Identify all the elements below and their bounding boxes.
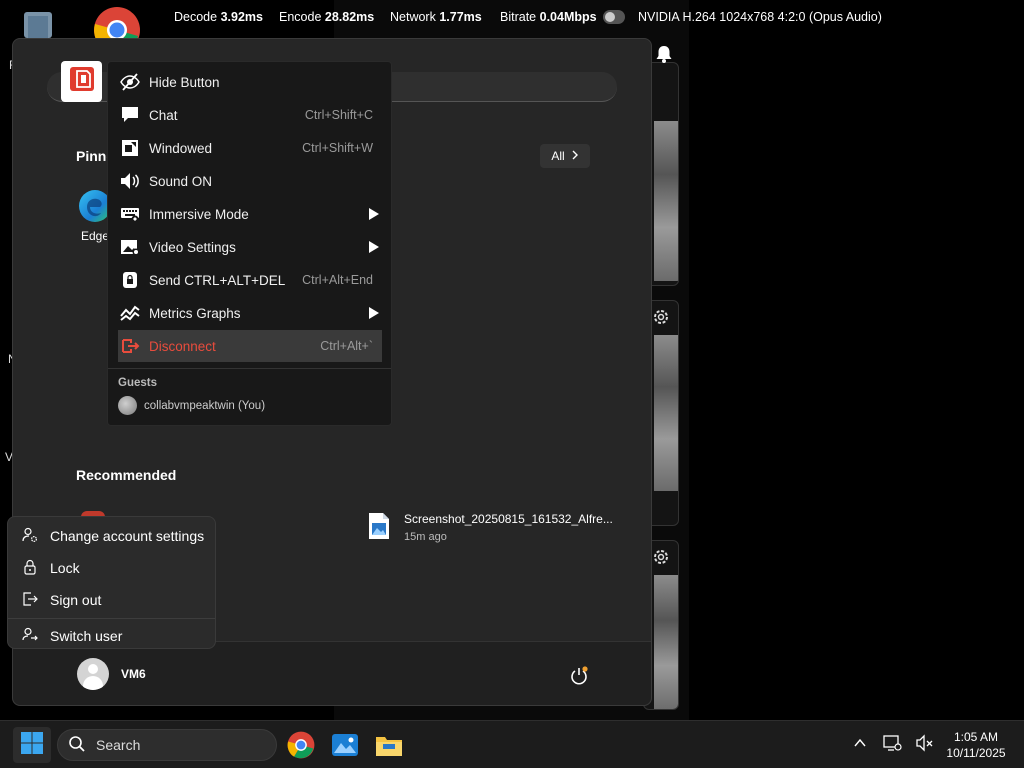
volume-muted-icon[interactable] (916, 733, 934, 757)
network-label: Network (390, 10, 436, 24)
change-account-settings-label: Change account settings (50, 528, 205, 544)
taskbar-clock[interactable]: 1:05 AM 10/11/2025 (936, 729, 1016, 761)
overlay-context-menu: Hide Button Chat Ctrl+Shift+C Windowed C… (107, 61, 392, 426)
recommended-file-time: 15m ago (404, 531, 447, 543)
change-account-settings-item[interactable]: Change account settings (8, 520, 215, 552)
window-icon (119, 138, 141, 158)
avatar (118, 396, 137, 415)
chat-label: Chat (149, 107, 178, 123)
bitrate-label: Bitrate (500, 10, 537, 24)
submenu-arrow-icon (369, 307, 379, 319)
taskbar-file-explorer-icon[interactable] (375, 731, 403, 759)
lock-icon (22, 559, 38, 578)
keyboard-icon (119, 204, 141, 224)
image-gear-icon (119, 237, 141, 257)
metrics-graphs-label: Metrics Graphs (149, 305, 241, 321)
submenu-arrow-icon (369, 241, 379, 253)
notification-bell-icon[interactable] (653, 43, 675, 65)
taskbar-search-box[interactable]: Search (57, 729, 277, 761)
network-icon[interactable] (882, 734, 902, 757)
switch-user-item[interactable]: Switch user (8, 620, 215, 652)
stream-metrics-bar: Decode 3.92ms Encode 28.82ms Network 1.7… (0, 0, 1024, 34)
taskbar-chrome-icon[interactable] (287, 731, 315, 759)
recommended-heading: Recommended (76, 467, 177, 483)
windowed-shortcut: Ctrl+Shift+W (302, 141, 373, 155)
gear-icon[interactable] (652, 308, 670, 326)
graph-icon (119, 303, 141, 323)
chat-bubble-icon (119, 105, 141, 125)
guests-heading: Guests (118, 377, 157, 389)
account-menu-divider (8, 618, 215, 619)
encode-label: Encode (279, 10, 322, 24)
all-apps-label: All (551, 149, 565, 163)
send-ctrl-alt-del-label: Send CTRL+ALT+DEL (149, 272, 286, 288)
guest-entry: collabvmpeaktwin (You) (118, 396, 265, 415)
switch-user-label: Switch user (50, 628, 123, 644)
sign-out-item[interactable]: Sign out (8, 584, 215, 616)
disconnect-label: Disconnect (149, 338, 216, 354)
eye-slash-icon (119, 72, 141, 92)
immersive-mode-item[interactable]: Immersive Mode (118, 198, 382, 230)
send-ctrl-alt-del-item[interactable]: Send CTRL+ALT+DEL Ctrl+Alt+End (118, 264, 382, 296)
hide-button-label: Hide Button (149, 74, 220, 90)
all-apps-button[interactable]: All (540, 144, 590, 168)
chevron-right-icon (571, 149, 579, 163)
lock-item[interactable]: Lock (8, 552, 215, 584)
chat-shortcut: Ctrl+Shift+C (304, 108, 373, 122)
immersive-mode-label: Immersive Mode (149, 206, 249, 222)
submenu-arrow-icon (369, 208, 379, 220)
sound-label: Sound ON (149, 173, 213, 189)
guest-name: collabvmpeaktwin (You) (144, 399, 266, 412)
decode-value: 3.92ms (220, 10, 263, 24)
speaker-icon (119, 171, 141, 191)
start-button[interactable] (13, 727, 51, 763)
chevron-up-icon[interactable] (852, 735, 868, 756)
sign-out-label: Sign out (50, 592, 102, 608)
recommended-file[interactable]: Screenshot_20250815_161532_Alfre... 15m … (368, 512, 613, 543)
lock-icon (119, 270, 141, 290)
decode-label: Decode (174, 10, 218, 24)
switch-user-icon (22, 627, 38, 646)
account-menu: Change account settings Lock Sign out Sw… (7, 516, 216, 649)
overlay-menu-button[interactable] (61, 61, 102, 102)
disconnect-icon (119, 336, 141, 356)
taskbar-photos-icon[interactable] (331, 731, 359, 759)
pinned-app-label: Edge (80, 229, 110, 243)
power-icon[interactable] (569, 666, 589, 686)
windowed-item[interactable]: Windowed Ctrl+Shift+W (118, 132, 382, 164)
sign-out-icon (22, 591, 38, 610)
app-logo-icon (69, 66, 95, 97)
toggle-icon (603, 10, 625, 24)
user-name: VM6 (121, 667, 146, 681)
search-icon (68, 735, 86, 756)
lock-label: Lock (50, 560, 80, 576)
bitrate-value: 0.04Mbps (539, 10, 597, 24)
disconnect-item[interactable]: Disconnect Ctrl+Alt+` (118, 330, 382, 362)
encode-value: 28.82ms (324, 10, 375, 24)
gear-icon[interactable] (652, 548, 670, 566)
windowed-label: Windowed (149, 140, 213, 156)
video-settings-item[interactable]: Video Settings (118, 231, 382, 263)
network-value: 1.77ms (439, 10, 482, 24)
metrics-graphs-item[interactable]: Metrics Graphs (118, 297, 382, 329)
user-account-button[interactable]: VM6 (77, 658, 146, 690)
menu-divider (108, 368, 391, 369)
windows-logo-icon (20, 731, 44, 760)
taskbar-search-label: Search (96, 737, 141, 753)
image-file-icon (368, 512, 390, 540)
video-settings-label: Video Settings (149, 239, 236, 255)
system-tray (852, 733, 934, 757)
clock-time: 1:05 AM (953, 730, 999, 744)
codec-info: NVIDIA H.264 1024x768 4:2:0 (Opus Audio) (638, 10, 882, 24)
send-ctrl-alt-del-shortcut: Ctrl+Alt+End (302, 273, 373, 287)
disconnect-shortcut: Ctrl+Alt+` (320, 339, 373, 353)
person-gear-icon (22, 527, 38, 546)
taskbar: Search 1:05 AM 10/11/2025 (0, 720, 1024, 768)
chat-item[interactable]: Chat Ctrl+Shift+C (118, 99, 382, 131)
avatar (77, 658, 109, 690)
recommended-file-name: Screenshot_20250815_161532_Alfre... (404, 512, 613, 526)
clock-date: 10/11/2025 (946, 746, 1006, 760)
sound-item[interactable]: Sound ON (118, 165, 382, 197)
hide-button-item[interactable]: Hide Button (118, 66, 382, 98)
